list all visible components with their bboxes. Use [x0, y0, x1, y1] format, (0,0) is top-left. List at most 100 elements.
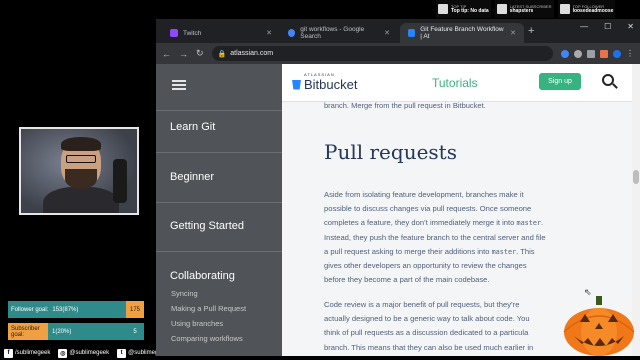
overlay-top-tip: Top tip Top tip: No data	[436, 0, 491, 18]
microphone	[113, 159, 127, 203]
atlassian-icon	[408, 29, 416, 37]
tab-label: Twitch	[183, 29, 202, 37]
back-icon[interactable]: ←	[162, 49, 171, 59]
google-icon	[288, 29, 296, 37]
extension-icon[interactable]	[574, 49, 582, 58]
article-paragraph: Aside from isolating feature development…	[324, 188, 614, 287]
url-field[interactable]: 🔒 atlassian.com	[211, 46, 553, 61]
article-line: possible to discuss changes via pull req…	[324, 204, 532, 214]
hamburger-icon[interactable]	[172, 80, 186, 90]
twitch-icon	[170, 29, 178, 37]
section-heading: Pull requests	[324, 140, 457, 164]
article-line: completes a feature, they don’t immediat…	[324, 216, 614, 230]
subscriber-goal-value: 1(20%)	[48, 323, 126, 340]
tab-label: Git Feature Branch Workflow | At	[420, 26, 504, 40]
article-text: completes a feature, they don’t immediat…	[324, 218, 517, 228]
code-snippet: master	[516, 219, 542, 228]
maximize-button[interactable]: ☐	[604, 22, 611, 31]
sidebar-subitem-syncing[interactable]: Syncing	[171, 289, 198, 298]
site-header: ATLASSIAN Bitbucket Tutorials Sign up	[282, 64, 640, 102]
scroll-thumb[interactable]	[633, 170, 639, 184]
follower-goal-label: Follower goal:	[11, 306, 49, 313]
follower-goal-bar: Follower goal: 153(87%)	[8, 301, 126, 318]
tab-label: git workflows - Google Search	[300, 26, 365, 40]
sidebar-item-learn-git[interactable]: Learn Git	[170, 121, 215, 133]
stream-overlay-top: Top tip Top tip: No data Latest subscrib…	[436, 0, 640, 18]
sidebar-divider	[156, 202, 282, 203]
tab-google-search[interactable]: git workflows - Google Search ✕	[280, 23, 398, 43]
sidebar-divider	[156, 110, 282, 111]
streamer-beard	[65, 169, 97, 189]
tutorials-link[interactable]: Tutorials	[432, 76, 478, 90]
social-handle: /sublimegeek	[15, 350, 51, 356]
facebook-icon: f	[4, 348, 13, 358]
forward-icon[interactable]: →	[179, 49, 188, 59]
trophy-icon	[438, 4, 448, 14]
follower-goal-value: 153(87%)	[52, 306, 79, 313]
jack-o-lantern-icon	[563, 296, 635, 356]
close-icon[interactable]: ✕	[384, 29, 390, 37]
overlay-value: Top tip: No data	[451, 7, 489, 14]
tab-bar: Twitch ✕ git workflows - Google Search ✕…	[156, 19, 640, 43]
window-controls: — ☐ ✕	[580, 22, 634, 31]
reload-icon[interactable]: ↻	[196, 48, 204, 59]
extensions: ⋮	[561, 49, 634, 58]
extension-icon[interactable]	[561, 49, 569, 58]
profile-avatar[interactable]	[613, 49, 621, 58]
subscriber-goal-target: 5	[126, 323, 144, 340]
bitbucket-wordmark: Bitbucket	[304, 77, 358, 92]
social-facebook: f /sublimegeek	[4, 348, 51, 358]
overlay-top-follower: Top follower loosedeadmoose	[557, 0, 616, 18]
address-bar: ← → ↻ 🔒 atlassian.com ⋮	[156, 43, 640, 64]
streamer-body	[43, 187, 119, 213]
article-line: a pull request asking to merge their add…	[324, 245, 614, 259]
bitbucket-icon	[292, 79, 301, 90]
code-snippet: master	[491, 247, 517, 256]
sidebar-subitem-pull-request[interactable]: Making a Pull Request	[171, 304, 246, 313]
social-instagram: ◎ @sublimegeek	[58, 348, 110, 358]
twitter-icon: t	[117, 348, 127, 358]
article-line: gives other developers an opportunity to…	[324, 261, 527, 271]
instagram-icon: ◎	[58, 348, 68, 358]
sidebar-divider	[156, 152, 282, 153]
subscriber-goal: Subscriber goal: 1(20%) 5	[8, 323, 144, 340]
tab-atlassian[interactable]: Git Feature Branch Workflow | At ✕	[400, 23, 524, 43]
sidebar-subitem-comparing-workflows[interactable]: Comparing workflows	[171, 334, 243, 343]
url-text: atlassian.com	[230, 50, 274, 57]
subscriber-goal-bar: Subscriber goal:	[8, 323, 48, 340]
sidebar: Learn Git Beginner Getting Started Colla…	[156, 64, 282, 356]
article-text: a pull request asking to merge their add…	[324, 246, 492, 256]
search-icon[interactable]	[602, 74, 614, 86]
extension-icon[interactable]	[600, 49, 608, 58]
sidebar-item-beginner[interactable]: Beginner	[170, 171, 214, 183]
article-text: .	[541, 218, 544, 228]
overlay-value: shapsters	[509, 7, 534, 14]
sidebar-item-getting-started[interactable]: Getting Started	[170, 220, 244, 232]
close-icon[interactable]: ✕	[266, 29, 272, 37]
sidebar-item-collaborating[interactable]: Collaborating	[170, 270, 235, 282]
new-tab-button[interactable]: +	[528, 25, 534, 37]
close-window-button[interactable]: ✕	[627, 22, 634, 31]
sign-up-button[interactable]: Sign up	[539, 73, 581, 90]
stream-scene: Top tip Top tip: No data Latest subscrib…	[0, 0, 640, 360]
overlay-value: loosedeadmoose	[572, 7, 614, 14]
menu-icon[interactable]: ⋮	[626, 49, 634, 58]
follower-goal-target: 175	[126, 301, 144, 318]
lock-icon: 🔒	[217, 50, 227, 58]
minimize-button[interactable]: —	[580, 22, 588, 31]
tab-twitch[interactable]: Twitch ✕	[162, 23, 280, 43]
article-text: branch. Merge from the pull request in B…	[324, 102, 486, 110]
streamer-hair	[61, 137, 101, 151]
puzzle-icon[interactable]	[587, 49, 595, 58]
sidebar-divider	[156, 251, 282, 252]
follower-goal: Follower goal: 153(87%) 175	[8, 301, 144, 318]
sidebar-subitem-using-branches[interactable]: Using branches	[171, 319, 223, 328]
subscriber-goal-label: Subscriber goal:	[11, 325, 40, 338]
article-line: before they become a part of the main co…	[324, 275, 490, 285]
star-icon	[496, 4, 507, 14]
close-icon[interactable]: ✕	[510, 29, 516, 37]
social-handle: @sublimegeek	[69, 350, 110, 356]
article-line: Instead, they push the feature branch to…	[324, 232, 546, 242]
bitbucket-logo[interactable]: ATLASSIAN Bitbucket	[292, 72, 357, 92]
heart-icon	[559, 4, 570, 14]
